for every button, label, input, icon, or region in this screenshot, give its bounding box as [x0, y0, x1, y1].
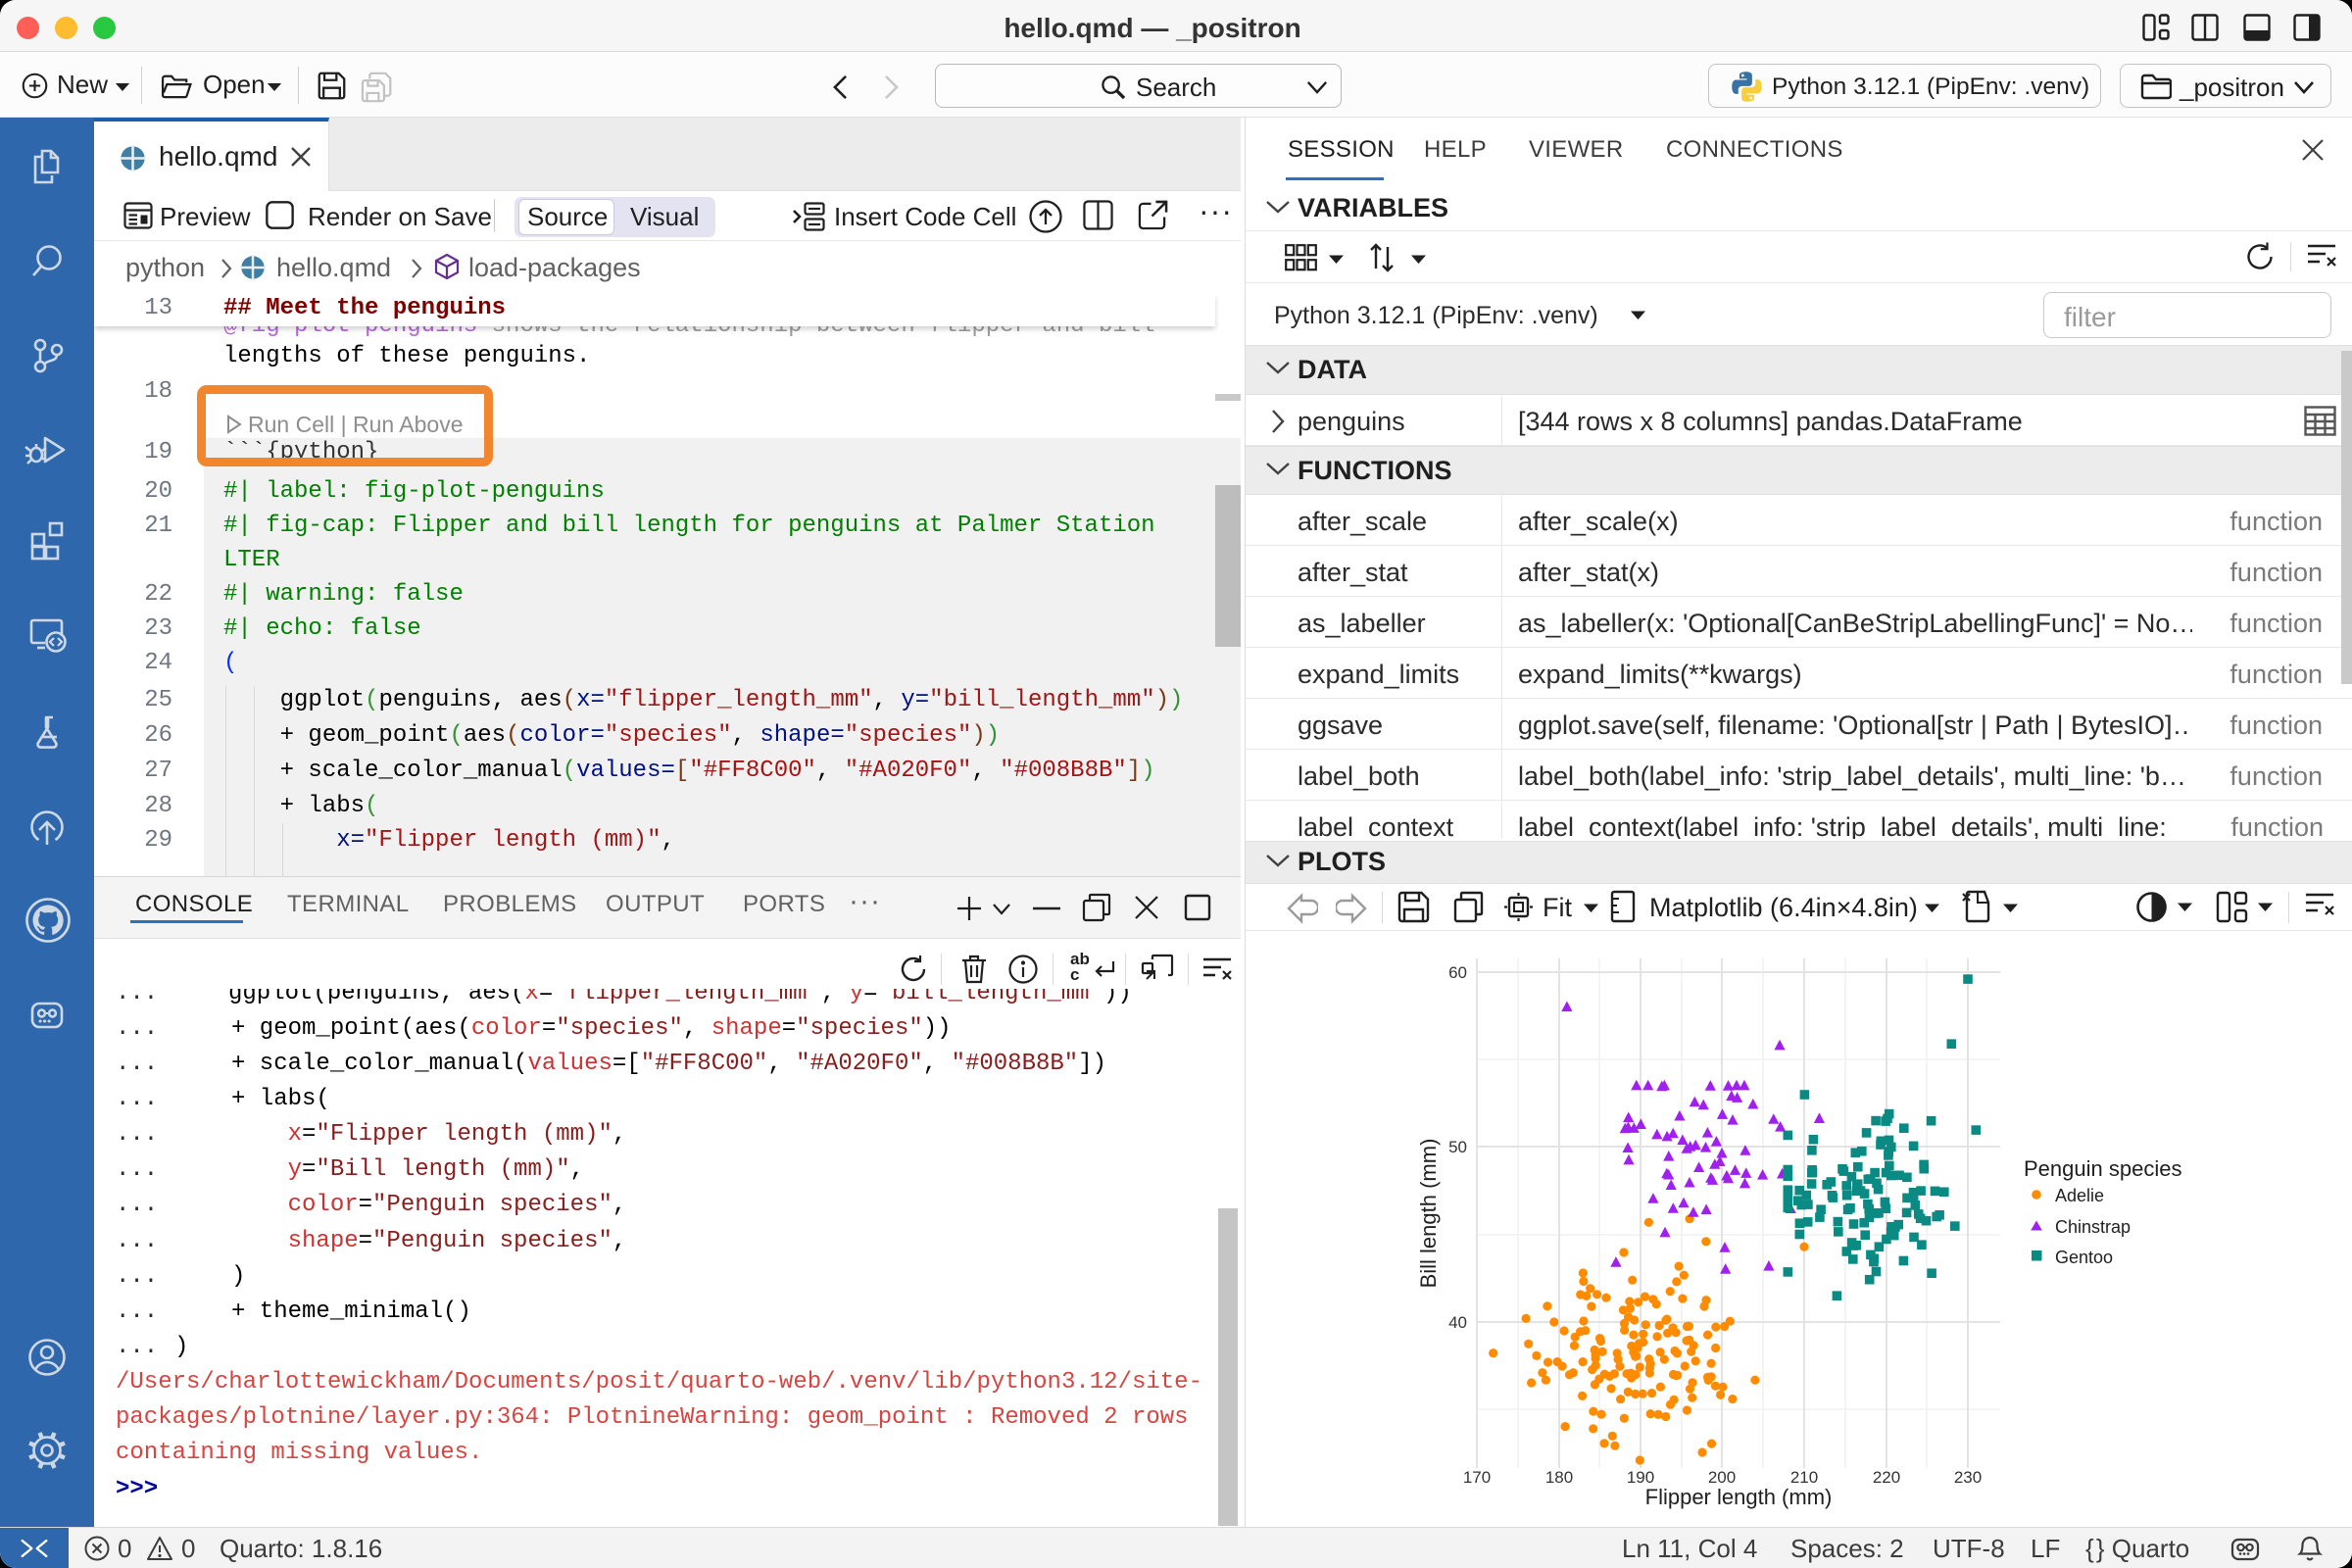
svg-text:Penguin species: Penguin species: [2024, 1156, 2181, 1181]
svg-text:40: 40: [1448, 1313, 1467, 1332]
svg-text:50: 50: [1448, 1138, 1467, 1156]
svg-text:Chinstrap: Chinstrap: [2055, 1217, 2131, 1237]
svg-text:Gentoo: Gentoo: [2055, 1248, 2113, 1267]
svg-text:Bill length (mm): Bill length (mm): [1416, 1139, 1441, 1289]
svg-text:230: 230: [1954, 1468, 1982, 1487]
svg-text:Flipper length (mm): Flipper length (mm): [1645, 1485, 1833, 1509]
svg-text:Adelie: Adelie: [2055, 1186, 2104, 1205]
svg-text:180: 180: [1545, 1468, 1573, 1487]
svg-text:60: 60: [1448, 963, 1467, 982]
svg-text:220: 220: [1873, 1468, 1900, 1487]
svg-text:170: 170: [1463, 1468, 1491, 1487]
